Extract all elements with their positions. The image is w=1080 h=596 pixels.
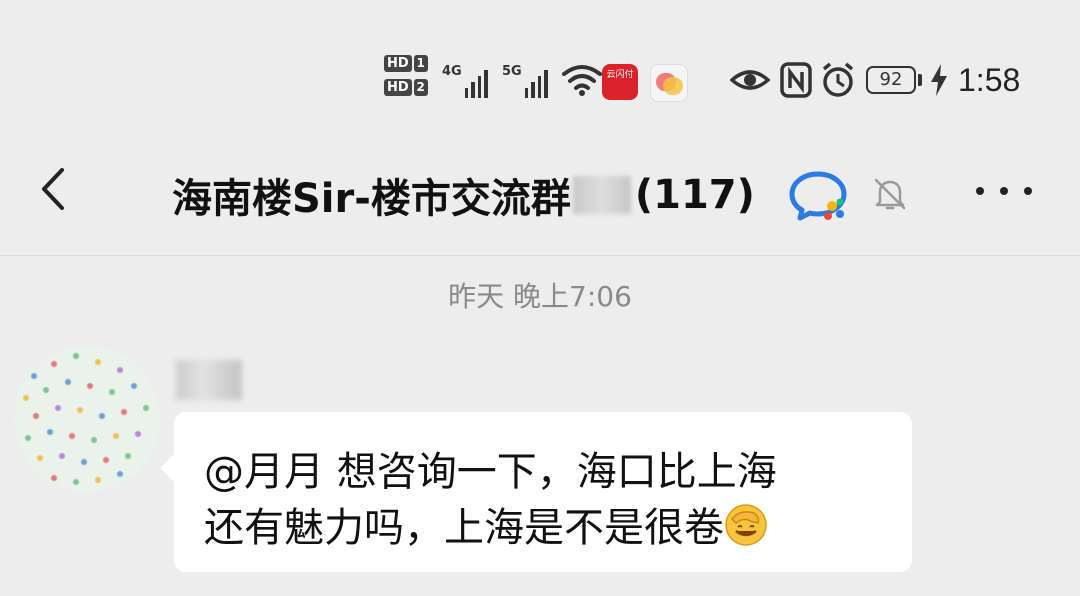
facepalm-emoji [725, 504, 767, 546]
chat-app-icon [650, 64, 688, 102]
back-icon[interactable] [30, 164, 80, 214]
group-name: 海南楼Sir-楼市交流群 [172, 176, 571, 222]
redacted-name [572, 176, 631, 214]
battery-icon: 92 [866, 66, 916, 94]
member-count: (117) [634, 172, 755, 218]
status-bar: HD 1 HD 2 4G 5G 云闪付 92 1:58 [0, 40, 1080, 120]
charging-icon [931, 64, 947, 96]
eye-icon [730, 70, 770, 90]
unionpay-app-icon: 云闪付 [602, 64, 638, 100]
wifi-icon [562, 65, 602, 96]
mute-icon [874, 178, 906, 210]
battery-tip [918, 74, 922, 86]
hd-2-icon: HD 2 [384, 76, 432, 98]
page-title[interactable]: 海南楼Sir-楼市交流群 (117) [172, 166, 755, 224]
avatar[interactable] [14, 346, 160, 492]
message-timestamp: 昨天 晚上7:06 [448, 280, 632, 313]
hd-1-icon: HD 1 [384, 52, 432, 74]
sender-name-redacted [176, 360, 242, 400]
message-line-1: @月月 想咨询一下，海口比上海 [204, 449, 777, 495]
clock: 1:58 [958, 62, 1021, 98]
more-icon[interactable] [976, 176, 1032, 206]
hd-indicators: HD 1 HD 2 [384, 52, 432, 100]
signal-5g-icon: 5G [502, 64, 548, 98]
message-bubble[interactable]: @月月 想咨询一下，海口比上海 还有魅力吗，上海是不是很卷 [160, 412, 912, 572]
chat-header: 海南楼Sir-楼市交流群 (117) [0, 140, 1080, 250]
wecom-icon [789, 171, 847, 221]
message-line-2: 还有魅力吗，上海是不是很卷 [204, 500, 884, 556]
avatar-pattern [23, 353, 149, 485]
header-divider [0, 255, 1080, 256]
signal-4g-icon: 4G [442, 64, 488, 98]
nfc-icon [780, 62, 812, 98]
alarm-icon [822, 62, 854, 97]
